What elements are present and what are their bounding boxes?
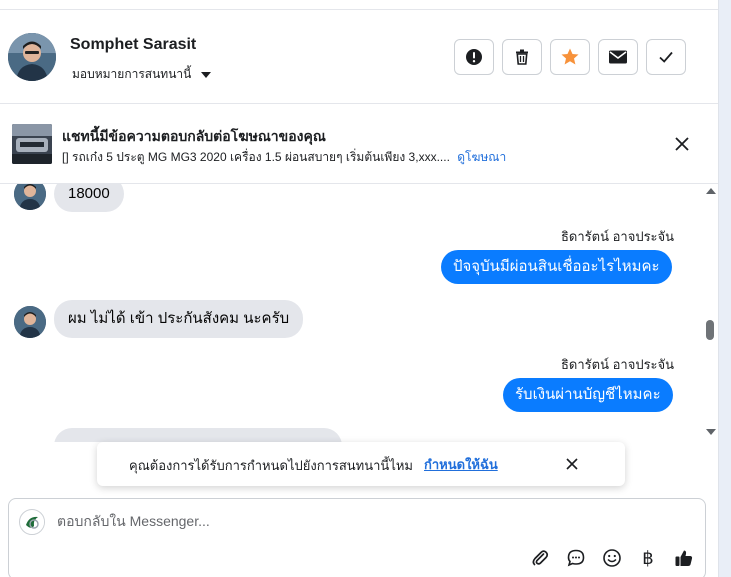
ad-banner-description: [] รถเก๋ง 5 ประตู MG MG3 2020 เครื่อง 1.…: [62, 148, 506, 167]
incoming-message: ผม ไม่ได้ เข้า ประกันสังคม นะครับ: [54, 300, 304, 338]
exclamation-icon: [466, 49, 482, 65]
ad-reply-banner: แชทนี้มีข้อความตอบกลับต่อโฆษณาของคุณ [] …: [0, 104, 718, 184]
contact-name: Somphet Sarasit: [70, 36, 197, 53]
scroll-down-arrow[interactable]: [706, 429, 716, 435]
composer-tools: ฿: [527, 545, 697, 571]
payment-button[interactable]: ฿: [635, 545, 661, 571]
conversation-panel: Somphet Sarasit มอบหมายการสนทนานี้ แชทนี…: [0, 0, 718, 577]
outgoing-message: รับเงินผ่านบัญชีไหมคะ: [503, 378, 673, 412]
mark-done-button[interactable]: [646, 39, 686, 75]
emoji-button[interactable]: [599, 545, 625, 571]
view-ad-link[interactable]: ดูโฆษณา: [457, 150, 506, 164]
ad-banner-title: แชทนี้มีข้อความตอบกลับต่อโฆษณาของคุณ: [62, 128, 326, 144]
header-actions: [454, 39, 686, 75]
toast-text: คุณต้องการได้รับการกำหนดไปยังการสนทนานี้…: [129, 458, 413, 473]
speech-bubble-icon: [567, 549, 585, 567]
attach-button[interactable]: [527, 545, 553, 571]
smiley-icon: [603, 549, 621, 567]
star-button[interactable]: [550, 39, 590, 75]
check-icon: [659, 51, 673, 63]
outgoing-message: ปัจจุบันมีผ่อนสินเชื่ออะไรไหมคะ: [441, 250, 672, 284]
report-button[interactable]: [454, 39, 494, 75]
assign-conversation-dropdown[interactable]: มอบหมายการสนทนานี้: [72, 65, 212, 84]
contact-avatar[interactable]: [8, 33, 56, 81]
right-panel-edge: [718, 0, 731, 577]
like-button[interactable]: [671, 545, 697, 571]
close-banner-button[interactable]: [672, 134, 692, 154]
conversation-header: Somphet Sarasit มอบหมายการสนทนานี้: [0, 10, 718, 104]
assign-prompt-toast: คุณต้องการได้รับการกำหนดไปยังการสนทนานี้…: [97, 442, 625, 486]
scroll-up-arrow[interactable]: [706, 188, 716, 194]
thumbs-up-icon: [675, 550, 693, 566]
mark-unread-button[interactable]: [598, 39, 638, 75]
sender-name: ธิดารัตน์ อาจประจัน: [561, 357, 675, 372]
ad-description-text: [] รถเก๋ง 5 ประตู MG MG3 2020 เครื่อง 1.…: [62, 150, 450, 164]
message-scrollbar[interactable]: [704, 184, 718, 442]
delete-button[interactable]: [502, 39, 542, 75]
trash-icon: [516, 49, 528, 65]
saved-replies-button[interactable]: [563, 545, 589, 571]
scrollbar-thumb[interactable]: [706, 320, 714, 340]
close-icon: [566, 458, 578, 470]
incoming-message: 18000: [54, 184, 124, 212]
star-icon: [561, 48, 579, 65]
reply-input[interactable]: [57, 513, 517, 529]
assign-label: มอบหมายการสนทนานี้: [72, 67, 192, 81]
close-icon: [675, 137, 689, 151]
incoming-message-partial: [54, 428, 342, 442]
ad-thumbnail: [12, 124, 52, 164]
close-toast-button[interactable]: [564, 456, 580, 472]
sender-name: ธิดารัตน์ อาจประจัน: [561, 229, 675, 244]
contact-avatar-small: [14, 184, 46, 210]
message-thread[interactable]: 18000 ธิดารัตน์ อาจประจัน ปัจจุบันมีผ่อน…: [0, 184, 704, 442]
assign-to-me-link[interactable]: กำหนดให้ฉัน: [424, 454, 498, 475]
reply-composer: ฿: [8, 498, 706, 577]
paperclip-icon: [532, 550, 549, 566]
page-avatar: [19, 509, 45, 535]
chevron-down-icon: [201, 71, 212, 78]
contact-avatar-small: [14, 306, 46, 338]
envelope-icon: [609, 50, 627, 64]
